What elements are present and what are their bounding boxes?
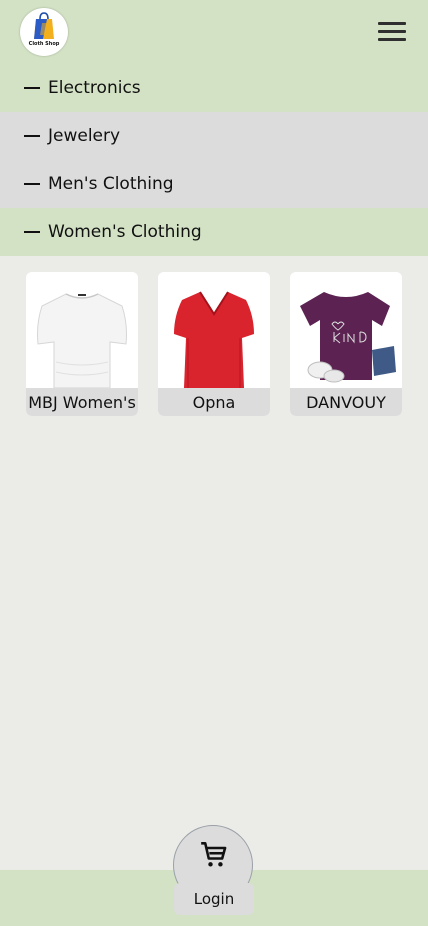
purple-tshirt-image <box>290 272 402 388</box>
shopping-bag-icon <box>34 12 54 39</box>
login-button[interactable]: Login <box>174 883 254 915</box>
white-top-image <box>26 272 138 388</box>
header: Cloth Shop <box>0 0 428 64</box>
category-jewelery[interactable]: Jewelery <box>0 112 428 160</box>
cloth-shop-logo[interactable]: Cloth Shop <box>20 8 68 56</box>
product-name: MBJ Women's <box>26 388 138 416</box>
dash-icon <box>24 135 40 137</box>
category-womens-clothing[interactable]: Women's Clothing <box>0 208 428 256</box>
category-label: Men's Clothing <box>48 174 174 194</box>
category-label: Electronics <box>48 78 141 98</box>
dash-icon <box>24 183 40 185</box>
category-label: Jewelery <box>48 126 121 146</box>
category-label: Women's Clothing <box>48 222 202 242</box>
logo-text: Cloth Shop <box>28 41 60 47</box>
product-card[interactable]: Opna <box>158 272 270 416</box>
product-name: Opna <box>158 388 270 416</box>
dash-icon <box>24 87 40 89</box>
product-card[interactable]: DANVOUY <box>290 272 402 416</box>
shopping-cart-icon <box>201 842 227 867</box>
hamburger-menu-icon[interactable] <box>378 22 406 42</box>
product-card[interactable]: MBJ Women's <box>26 272 138 416</box>
category-electronics[interactable]: Electronics <box>0 64 428 112</box>
product-name: DANVOUY <box>290 388 402 416</box>
category-mens-clothing[interactable]: Men's Clothing <box>0 160 428 208</box>
dash-icon <box>24 231 40 233</box>
red-shirt-image <box>158 272 270 388</box>
